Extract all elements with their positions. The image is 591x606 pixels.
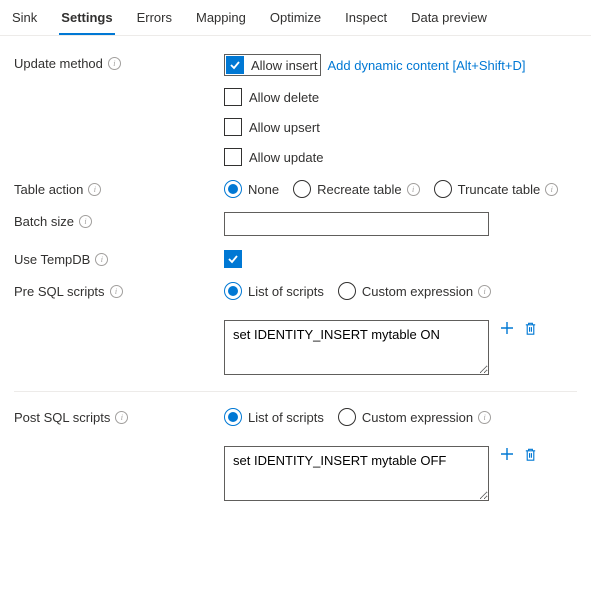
delete-icon[interactable] [523, 321, 538, 336]
info-icon[interactable]: i [95, 253, 108, 266]
table-action-truncate[interactable]: Truncate table i [434, 180, 559, 198]
post-sql-custom-radio[interactable]: Custom expression i [338, 408, 491, 426]
info-icon[interactable]: i [115, 411, 128, 424]
post-sql-textarea[interactable] [224, 446, 489, 501]
settings-form: Update method i Allow insert Add dynamic… [0, 36, 591, 533]
info-icon[interactable]: i [88, 183, 101, 196]
add-dynamic-content-link[interactable]: Add dynamic content [Alt+Shift+D] [327, 58, 525, 73]
tab-errors[interactable]: Errors [135, 0, 174, 35]
tab-bar: Sink Settings Errors Mapping Optimize In… [0, 0, 591, 36]
pre-sql-label: Pre SQL scripts i [14, 282, 224, 299]
pre-sql-list-radio[interactable]: List of scripts [224, 282, 324, 300]
tab-sink[interactable]: Sink [10, 0, 39, 35]
use-tempdb-checkbox[interactable] [224, 250, 242, 268]
divider [14, 391, 577, 392]
allow-delete-label: Allow delete [249, 90, 319, 105]
allow-delete-checkbox[interactable] [224, 88, 242, 106]
batch-size-input[interactable] [224, 212, 489, 236]
tab-settings[interactable]: Settings [59, 0, 114, 35]
add-icon[interactable] [499, 320, 515, 336]
allow-insert-label: Allow insert [251, 58, 317, 73]
post-sql-label: Post SQL scripts i [14, 408, 224, 425]
allow-upsert-checkbox[interactable] [224, 118, 242, 136]
allow-update-label: Allow update [249, 150, 323, 165]
update-method-label: Update method i [14, 54, 224, 71]
info-icon[interactable]: i [478, 285, 491, 298]
delete-icon[interactable] [523, 447, 538, 462]
use-tempdb-label: Use TempDB i [14, 250, 224, 267]
table-action-none[interactable]: None [224, 180, 279, 198]
tab-mapping[interactable]: Mapping [194, 0, 248, 35]
info-icon[interactable]: i [79, 215, 92, 228]
info-icon[interactable]: i [108, 57, 121, 70]
tab-data-preview[interactable]: Data preview [409, 0, 489, 35]
add-icon[interactable] [499, 446, 515, 462]
post-sql-list-radio[interactable]: List of scripts [224, 408, 324, 426]
batch-size-label: Batch size i [14, 212, 224, 229]
tab-inspect[interactable]: Inspect [343, 0, 389, 35]
info-icon[interactable]: i [110, 285, 123, 298]
table-action-label: Table action i [14, 180, 224, 197]
allow-insert-checkbox[interactable] [226, 56, 244, 74]
info-icon[interactable]: i [478, 411, 491, 424]
table-action-recreate[interactable]: Recreate table i [293, 180, 420, 198]
tab-optimize[interactable]: Optimize [268, 0, 323, 35]
allow-upsert-label: Allow upsert [249, 120, 320, 135]
allow-update-checkbox[interactable] [224, 148, 242, 166]
pre-sql-textarea[interactable] [224, 320, 489, 375]
pre-sql-custom-radio[interactable]: Custom expression i [338, 282, 491, 300]
info-icon[interactable]: i [407, 183, 420, 196]
info-icon[interactable]: i [545, 183, 558, 196]
